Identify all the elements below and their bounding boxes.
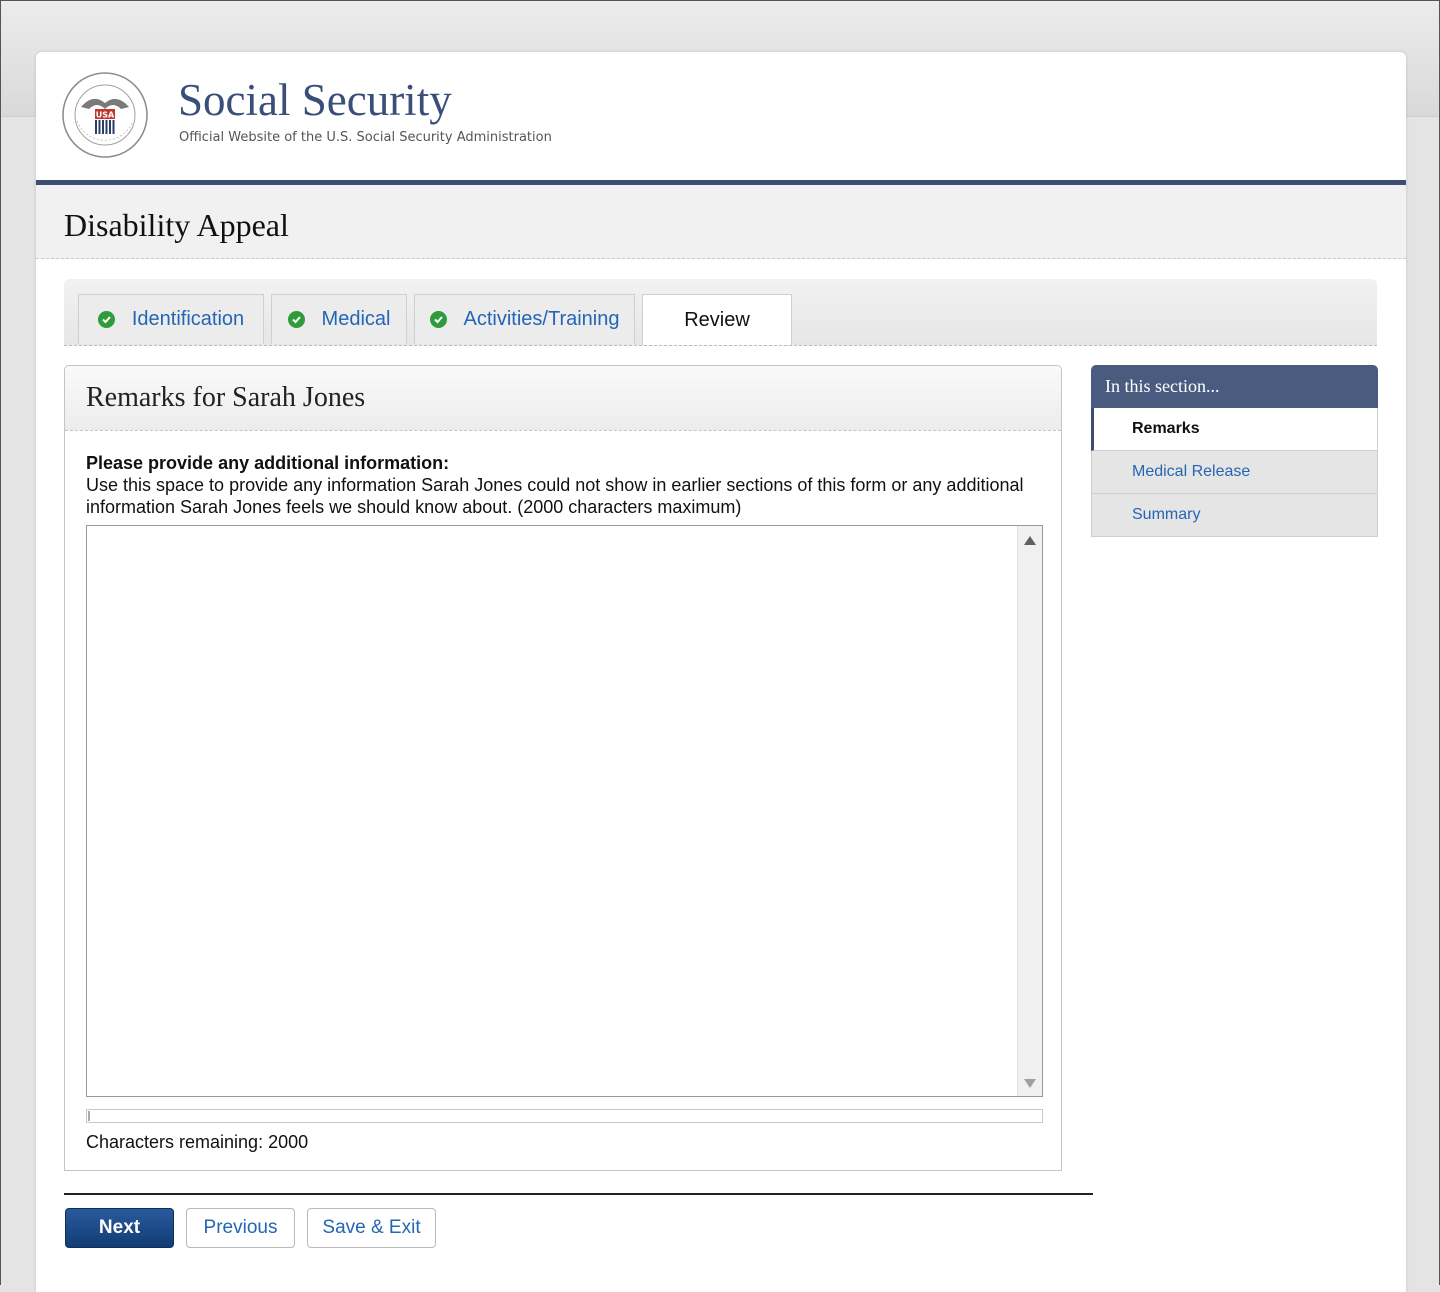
vertical-scrollbar[interactable]	[1017, 526, 1042, 1096]
section-sidebar: In this section... Remarks Medical Relea…	[1091, 365, 1378, 537]
remarks-textarea[interactable]	[87, 526, 1017, 1096]
scroll-thumb[interactable]	[88, 1111, 90, 1121]
scroll-up-arrow-icon[interactable]	[1024, 536, 1036, 545]
checkmark-icon	[97, 311, 115, 328]
button-divider	[64, 1193, 1093, 1195]
tab-label: Medical	[321, 308, 391, 330]
page-title: Disability Appeal	[64, 207, 289, 243]
previous-button[interactable]: Previous	[186, 1208, 295, 1248]
remarks-panel: Remarks for Sarah Jones Please provide a…	[64, 365, 1062, 1171]
panel-header: Remarks for Sarah Jones	[65, 366, 1061, 431]
panel-title: Remarks for Sarah Jones	[86, 382, 366, 413]
next-button[interactable]: Next	[65, 1208, 174, 1248]
prompt-instructions: Use this space to provide any informatio…	[86, 475, 1024, 517]
sidebar-item-remarks[interactable]: Remarks	[1091, 408, 1378, 451]
checkmark-icon	[429, 311, 447, 328]
site-header: USA Social Security Official Website of …	[36, 52, 1406, 185]
site-subtitle: Official Website of the U.S. Social Secu…	[179, 130, 552, 145]
horizontal-scrollbar[interactable]	[86, 1109, 1043, 1123]
tab-label: Review	[684, 308, 750, 331]
prompt-heading: Please provide any additional informatio…	[86, 453, 450, 473]
remarks-textarea-container	[86, 525, 1043, 1097]
remarks-prompt: Please provide any additional informatio…	[86, 452, 1036, 518]
sidebar-heading: In this section...	[1091, 365, 1378, 408]
tab-identification[interactable]: Identification	[78, 294, 264, 344]
page-title-bar: Disability Appeal	[36, 185, 1406, 259]
ssa-seal-logo: USA	[62, 72, 148, 158]
tab-medical[interactable]: Medical	[271, 294, 407, 344]
tab-review[interactable]: Review	[642, 294, 792, 345]
sidebar-item-medical-release[interactable]: Medical Release	[1091, 451, 1378, 494]
scroll-down-arrow-icon[interactable]	[1024, 1079, 1036, 1088]
section-tabs: Identification Medical Activities/Traini…	[64, 279, 1377, 346]
tab-label: Activities/Training	[463, 308, 620, 330]
site-title: Social Security	[178, 75, 452, 125]
characters-remaining: Characters remaining: 2000	[86, 1132, 309, 1152]
tab-activities-training[interactable]: Activities/Training	[414, 294, 635, 344]
tab-label: Identification	[131, 308, 245, 330]
checkmark-icon	[287, 311, 305, 328]
save-exit-button[interactable]: Save & Exit	[307, 1208, 436, 1248]
sidebar-item-summary[interactable]: Summary	[1091, 494, 1378, 537]
svg-text:USA: USA	[96, 111, 115, 120]
page-container: USA Social Security Official Website of …	[36, 52, 1406, 1292]
